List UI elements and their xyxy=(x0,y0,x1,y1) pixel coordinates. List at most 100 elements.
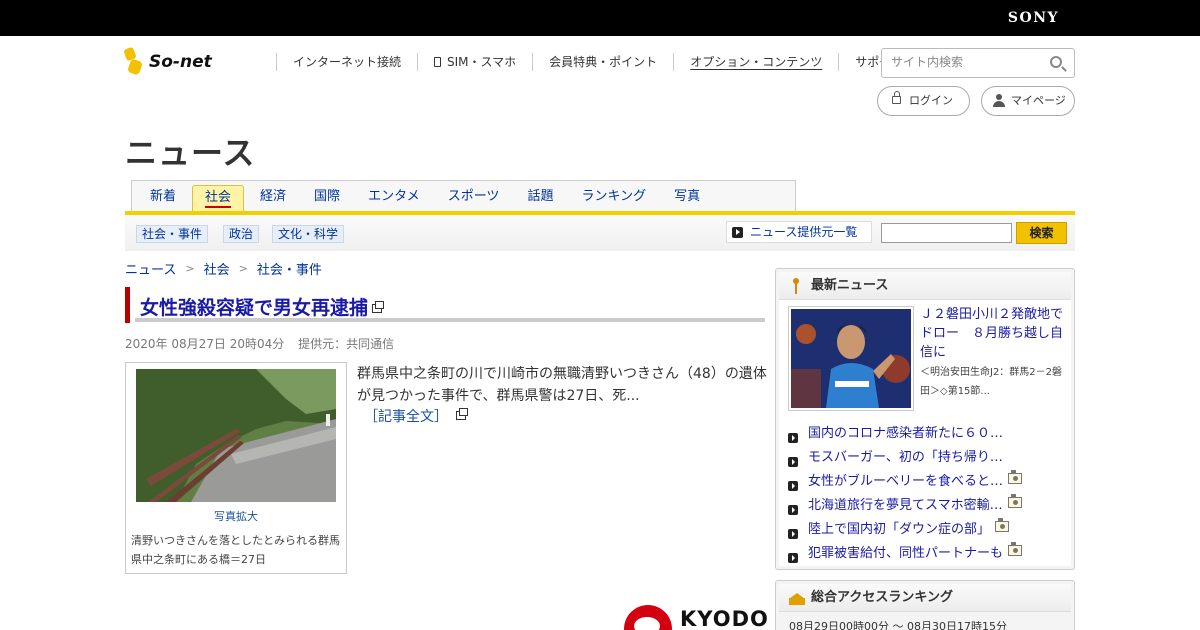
sim-card-icon xyxy=(434,57,442,67)
latest-news-content: Ｊ２磐田小川２発敵地でドロー ８月勝ち越し自信に ＜明治安田生命J2：群馬2－2… xyxy=(779,300,1071,566)
gnav-benefits[interactable]: 会員特典・ポイント xyxy=(532,53,673,71)
tab-entertainment[interactable]: エンタメ xyxy=(356,185,432,211)
so-net-wordmark: So-net xyxy=(149,52,212,72)
article-body: 群馬県中之条町の川で川崎市の無職清野いつきさん（48）の遺体が見つかった事件で、… xyxy=(357,366,767,404)
article-date: 2020年 08月27日 20時04分 xyxy=(125,337,285,351)
gnav-sim[interactable]: SIM・スマホ xyxy=(417,53,532,71)
arrow-bullet-icon xyxy=(788,433,798,443)
gnav-internet-label: インターネット接続 xyxy=(293,55,402,69)
lock-icon xyxy=(892,91,901,104)
ranking-period: 08月29日00時00分 ～ 08月30日17時15分 xyxy=(789,620,1007,630)
news-headline: 犯罪被害給付、同性パートナーも xyxy=(808,546,1004,561)
antenna-icon xyxy=(789,278,803,294)
article-title-text: 女性強殺容疑で男女再逮捕 xyxy=(140,297,369,319)
camera-icon xyxy=(1008,470,1023,484)
arrow-bullet-icon xyxy=(788,553,798,563)
latest-news-heading: 最新ニュース xyxy=(811,278,889,293)
news-headline: 国内のコロナ感染者新たに６０… xyxy=(808,426,1004,441)
gnav-benefits-label: 会員特典・ポイント xyxy=(549,55,658,69)
gnav-options[interactable]: オプション・コンテンツ xyxy=(673,53,838,71)
tab-international[interactable]: 国際 xyxy=(302,185,352,211)
photo-caption: 清野いつきさんを落としたとみられる群馬県中之条町にある橋＝27日 xyxy=(131,534,340,566)
person-icon xyxy=(993,94,1005,108)
camera-icon xyxy=(1007,494,1022,508)
arrow-bullet-icon xyxy=(788,529,798,539)
read-full-article-label: ［記事全文］ xyxy=(364,409,448,425)
arrow-bullet-icon xyxy=(788,457,798,467)
tab-sports[interactable]: スポーツ xyxy=(436,185,512,211)
ranking-header: 総合アクセスランキング xyxy=(779,584,1071,612)
gnav-sim-label: SIM・スマホ xyxy=(447,55,517,69)
breadcrumb-society[interactable]: 社会 xyxy=(204,259,230,278)
breadcrumb-news[interactable]: ニュース xyxy=(125,259,176,278)
tab-topics[interactable]: 話題 xyxy=(515,185,565,211)
provider-list-link[interactable]: ニュース提供元一覧 xyxy=(726,221,872,243)
camera-icon xyxy=(995,518,1010,532)
tab-society[interactable]: 社会 xyxy=(192,185,245,211)
latest-news-header: 最新ニュース xyxy=(779,272,1071,300)
news-search-input[interactable] xyxy=(881,223,1012,243)
article-photo[interactable] xyxy=(136,369,336,502)
external-link-icon xyxy=(372,301,385,313)
list-item[interactable]: 犯罪被害給付、同性パートナーも xyxy=(788,542,1023,563)
ranking-box: 総合アクセスランキング 08月29日00時00分 ～ 08月30日17時15分 xyxy=(775,580,1075,630)
news-headline: 陸上で国内初「ダウン症の部」 xyxy=(808,522,991,537)
sony-top-bar: SONY xyxy=(0,0,1200,36)
photo-enlarge-link[interactable]: 写真拡大 xyxy=(126,508,346,524)
kyodo-logo[interactable]: KYODO xyxy=(624,604,769,630)
latest-news-box: 最新ニュース Ｊ２磐田小川２発敵地でドロー ８月勝ち越し自信に ＜明治安田生命J… xyxy=(775,268,1075,570)
subcat-culture-science[interactable]: 文化・科学 xyxy=(272,225,345,243)
kyodo-wordmark: KYODO xyxy=(680,607,769,630)
article-meta: 2020年 08月27日 20時04分 提供元：共同通信 xyxy=(125,335,394,352)
article-title[interactable]: 女性強殺容疑で男女再逮捕 xyxy=(140,293,385,320)
global-nav: インターネット接続 SIM・スマホ 会員特典・ポイント オプション・コンテンツ … xyxy=(276,53,919,71)
subcat-society-incidents[interactable]: 社会・事件 xyxy=(136,225,209,243)
gnav-internet[interactable]: インターネット接続 xyxy=(276,53,417,71)
subcat-politics[interactable]: 政治 xyxy=(223,225,260,243)
sony-logo[interactable]: SONY xyxy=(1008,10,1059,26)
read-full-article-link[interactable]: ［記事全文］ xyxy=(364,406,469,426)
breadcrumb: ニュース > 社会 > 社会・事件 xyxy=(125,259,322,278)
list-item[interactable]: モスバーガー、初の「持ち帰り… xyxy=(788,450,1003,467)
provider-list-label: ニュース提供元一覧 xyxy=(750,225,858,239)
mypage-button[interactable]: マイページ xyxy=(981,86,1075,116)
list-item[interactable]: 陸上で国内初「ダウン症の部」 xyxy=(788,518,1010,539)
soccer-player-photo xyxy=(791,309,911,408)
latest-news-list: 国内のコロナ感染者新たに６０… モスバーガー、初の「持ち帰り… 女性がブルーベリ… xyxy=(788,422,1068,566)
login-button[interactable]: ログイン xyxy=(877,86,970,116)
arrow-bullet-icon xyxy=(788,481,798,491)
search-icon[interactable] xyxy=(1050,56,1062,68)
page-title: ニュース xyxy=(125,134,256,172)
list-item[interactable]: 女性がブルーベリーを食べると… xyxy=(788,470,1023,491)
news-headline: モスバーガー、初の「持ち帰り… xyxy=(808,450,1003,465)
feature-thumbnail[interactable] xyxy=(788,306,914,411)
title-underline xyxy=(135,318,765,322)
camera-icon xyxy=(1008,542,1023,556)
so-net-logo[interactable]: So-net xyxy=(123,46,212,76)
breadcrumb-incidents[interactable]: 社会・事件 xyxy=(257,259,322,278)
crown-icon xyxy=(789,593,805,605)
list-item[interactable]: 北海道旅行を夢見てスマホ密輸… xyxy=(788,494,1022,515)
tab-ranking[interactable]: ランキング xyxy=(569,185,658,211)
external-link-icon xyxy=(456,408,469,420)
news-headline: 北海道旅行を夢見てスマホ密輸… xyxy=(808,498,1003,513)
ranking-heading: 総合アクセスランキング xyxy=(811,590,953,605)
bridge-photo xyxy=(136,369,336,502)
feature-summary: ＜明治安田生命J2：群馬2－2磐田＞◇第15節... xyxy=(920,367,1063,397)
kyodo-mark-icon xyxy=(624,605,672,630)
tab-society-label: 社会 xyxy=(205,190,232,208)
arrow-bullet-icon xyxy=(788,505,798,515)
news-search-button[interactable]: 検索 xyxy=(1016,222,1067,244)
tab-economy[interactable]: 経済 xyxy=(248,185,298,211)
so-net-mark-icon xyxy=(123,46,147,76)
gnav-options-label: オプション・コンテンツ xyxy=(690,55,823,69)
feature-headline[interactable]: Ｊ２磐田小川２発敵地でドロー ８月勝ち越し自信に xyxy=(920,305,1070,362)
list-item[interactable]: 国内のコロナ感染者新たに６０… xyxy=(788,426,1004,443)
site-search xyxy=(881,48,1075,78)
site-search-input[interactable] xyxy=(891,55,1041,69)
chevron-right-icon: > xyxy=(185,262,195,275)
news-headline: 女性がブルーベリーを食べると… xyxy=(808,474,1004,489)
tab-new[interactable]: 新着 xyxy=(138,185,188,211)
sub-nav: 社会・事件 政治 文化・科学 ニュース提供元一覧 検索 xyxy=(125,215,1075,251)
tab-photos[interactable]: 写真 xyxy=(662,185,712,211)
